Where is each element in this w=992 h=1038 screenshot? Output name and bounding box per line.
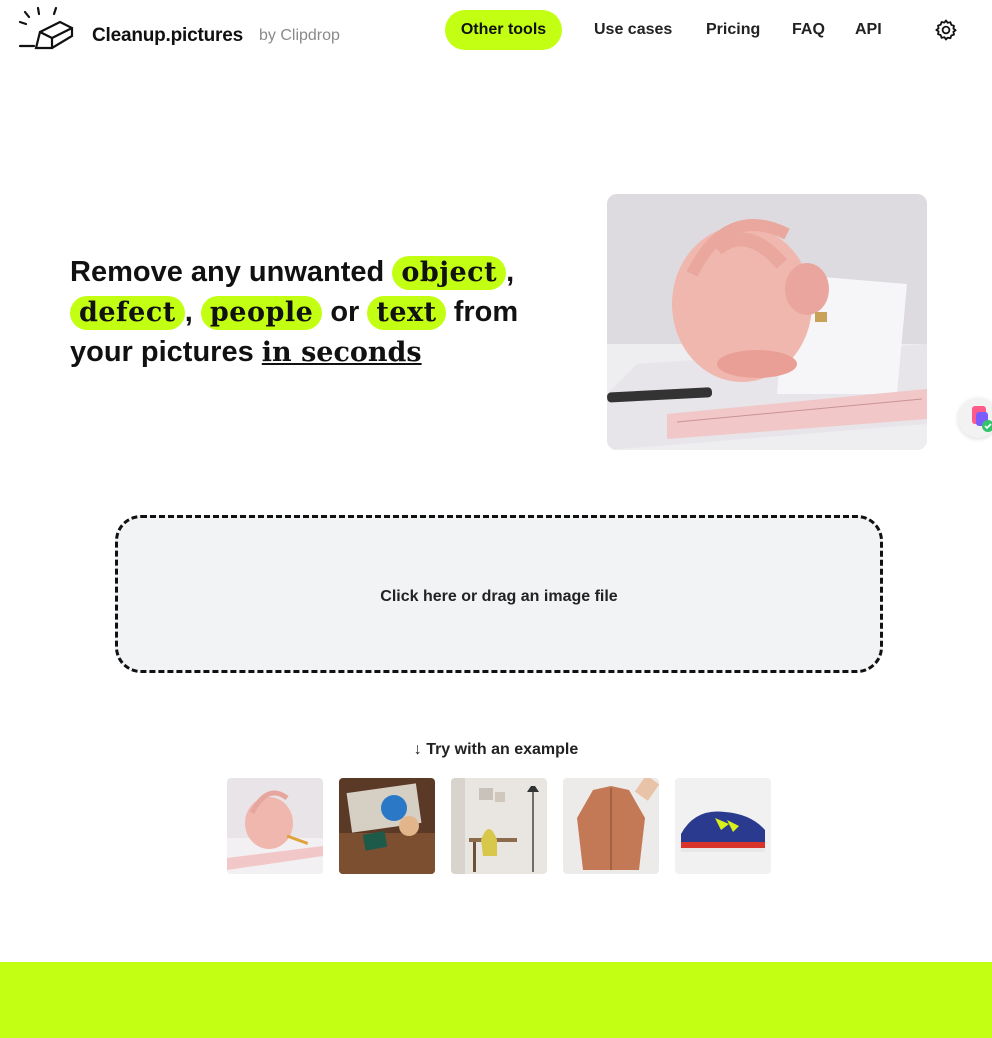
chip-people: people bbox=[200, 296, 323, 330]
image-dropzone[interactable]: Click here or drag an image file bbox=[115, 515, 883, 673]
brand-by-clipdrop[interactable]: by Clipdrop bbox=[259, 27, 340, 45]
side-widget-icon[interactable] bbox=[958, 398, 992, 438]
nav-faq[interactable]: FAQ bbox=[792, 21, 825, 39]
brand-name[interactable]: Cleanup.pictures bbox=[92, 25, 243, 47]
example-thumb-desk[interactable] bbox=[339, 778, 435, 874]
hero-in-seconds: in seconds bbox=[261, 337, 422, 368]
chip-defect: defect bbox=[70, 296, 185, 330]
hero-or: or bbox=[330, 296, 360, 328]
try-example-label: ↓ Try with an example bbox=[0, 741, 992, 759]
nav-api[interactable]: API bbox=[855, 21, 882, 39]
comma-1: , bbox=[506, 256, 515, 288]
example-thumb-room[interactable] bbox=[451, 778, 547, 874]
example-thumbnails bbox=[227, 778, 771, 874]
nav-pricing[interactable]: Pricing bbox=[706, 21, 760, 39]
nav-use-cases[interactable]: Use cases bbox=[594, 21, 672, 39]
dropzone-label: Click here or drag an image file bbox=[380, 588, 618, 605]
hero-line3-prefix: your pictures bbox=[70, 336, 254, 368]
footer-accent-band bbox=[0, 962, 992, 1038]
eraser-logo-icon[interactable] bbox=[18, 6, 76, 54]
hero-from: from bbox=[453, 296, 519, 328]
gear-icon[interactable] bbox=[934, 18, 958, 42]
other-tools-button[interactable]: Other tools bbox=[445, 10, 562, 50]
hero-line1-prefix: Remove any unwanted bbox=[70, 256, 385, 288]
try-example-text: Try with an example bbox=[426, 741, 579, 758]
chip-text: text bbox=[367, 296, 446, 330]
arrow-down-icon: ↓ bbox=[413, 741, 422, 758]
hero-example-image bbox=[607, 194, 927, 450]
example-thumb-jacket[interactable] bbox=[563, 778, 659, 874]
comma-2: , bbox=[184, 296, 193, 328]
header: Cleanup.pictures by Clipdrop Other tools… bbox=[0, 0, 992, 60]
chip-object: object bbox=[392, 256, 507, 290]
hero-headline: Remove any unwanted object, defect, peop… bbox=[70, 252, 570, 373]
example-thumb-shoe[interactable] bbox=[675, 778, 771, 874]
example-thumb-bag[interactable] bbox=[227, 778, 323, 874]
